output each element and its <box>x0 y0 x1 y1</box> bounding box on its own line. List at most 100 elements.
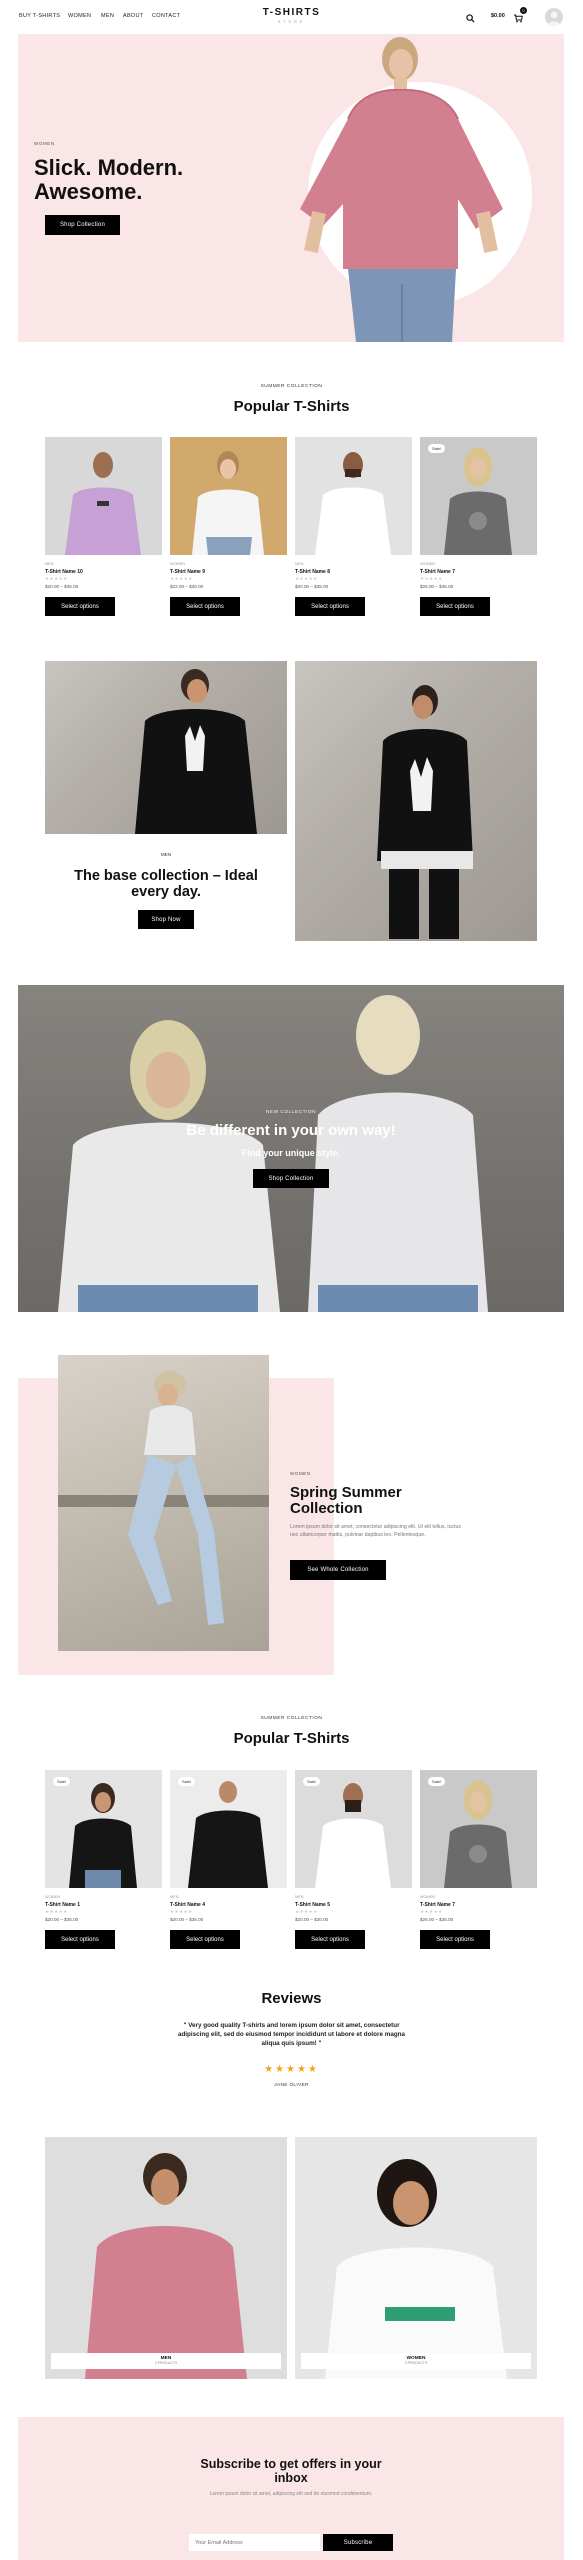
category-tile-men[interactable]: MEN 2 PRODUCTS <box>45 2137 287 2379</box>
product-name[interactable]: T-Shirt Name 7 <box>420 569 455 575</box>
spring-description: Lorem ipsum dolor sit amet, consectetur … <box>290 1524 461 1538</box>
product-category: MEN <box>295 1895 304 1899</box>
product-rating-stars: ★★★★★ <box>295 576 318 581</box>
reviews-title: Reviews <box>261 1990 322 2007</box>
product-image[interactable] <box>170 437 287 555</box>
product-name[interactable]: T-Shirt Name 9 <box>170 569 205 575</box>
cart-total[interactable]: $0.00 <box>491 13 505 19</box>
product-rating-stars: ★★★★★ <box>420 1909 443 1914</box>
product-rating-stars: ★★★★★ <box>45 1909 68 1914</box>
product-image[interactable] <box>45 437 162 555</box>
category-count: 2 PRODUCTS <box>154 2361 178 2365</box>
base-collection-model-image <box>295 661 537 941</box>
product-category: WOMEN <box>420 1895 435 1899</box>
product-image[interactable]: Sale! <box>295 1770 412 1888</box>
product-price: $26.00 – $35.00 <box>420 584 454 589</box>
review-author: JANE OLIVER <box>274 2083 309 2088</box>
select-options-button[interactable]: Select options <box>295 1930 365 1949</box>
product-image[interactable]: Sale! <box>45 1770 162 1888</box>
base-collection-image <box>45 661 287 834</box>
product-price: $20.00 – $35.00 <box>45 584 79 589</box>
select-options-button[interactable]: Select options <box>420 597 490 616</box>
sale-badge: Sale! <box>428 1777 446 1786</box>
shop-now-button[interactable]: Shop Now <box>138 910 194 929</box>
hero-title-line1: Slick. Modern. <box>34 155 184 180</box>
product-image[interactable]: Sale! <box>420 437 537 555</box>
product-name[interactable]: T-Shirt Name 8 <box>295 569 330 575</box>
site-logo-subtitle: STORE <box>277 20 306 24</box>
popular2-title: Popular T-Shirts <box>233 1730 350 1747</box>
select-options-button[interactable]: Select options <box>420 1930 490 1949</box>
review-rating-stars: ★★★★★ <box>264 2064 319 2075</box>
select-options-button[interactable]: Select options <box>45 597 115 616</box>
product-category: MEN <box>170 1895 179 1899</box>
product-price: $20.00 – $35.00 <box>45 1917 79 1922</box>
product-image[interactable]: Sale! <box>170 1770 287 1888</box>
select-options-button[interactable]: Select options <box>45 1930 115 1949</box>
product-name[interactable]: T-Shirt Name 5 <box>295 1902 330 1908</box>
subscribe-button[interactable]: Subscribe <box>323 2534 393 2551</box>
email-input[interactable] <box>189 2534 320 2551</box>
popular1-eyebrow: SUMMER COLLECTION <box>260 384 323 389</box>
category-count: 3 PRODUCTS <box>404 2361 428 2365</box>
subscribe-description: Lorem ipsum dolor sit amet, adipiscing e… <box>209 2491 373 2497</box>
product-price: $20.00 – $35.00 <box>295 584 329 589</box>
sale-badge: Sale! <box>303 1777 321 1786</box>
product-price: $20.00 – $30.00 <box>295 1917 329 1922</box>
banner-eyebrow: NEW COLLECTION <box>265 1110 317 1115</box>
cart-icon[interactable]: 0 <box>513 7 527 24</box>
product-category: WOMEN <box>45 1895 60 1899</box>
site-header: BUY T-SHIRTS WOMEN MEN ABOUT CONTACT T-S… <box>0 0 583 34</box>
product-category: MEN <box>295 562 304 566</box>
spring-title-line1: Spring Summer <box>290 1484 402 1501</box>
product-name[interactable]: T-Shirt Name 4 <box>170 1902 205 1908</box>
product-rating-stars: ★★★★★ <box>420 576 443 581</box>
user-avatar-icon[interactable] <box>545 8 563 26</box>
product-price: $20.00 – $35.00 <box>170 1917 204 1922</box>
product-rating-stars: ★★★★★ <box>170 1909 193 1914</box>
sale-badge: Sale! <box>428 444 446 453</box>
popular1-title: Popular T-Shirts <box>233 398 350 415</box>
banner-shop-collection-button[interactable]: Shop Collection <box>253 1169 329 1188</box>
subscribe-title-line2: inbox <box>274 2471 308 2485</box>
product-name[interactable]: T-Shirt Name 7 <box>420 1902 455 1908</box>
search-icon[interactable] <box>466 10 475 24</box>
product-price: $22.00 – $30.00 <box>170 584 204 589</box>
hero-shop-collection-button[interactable]: Shop Collection <box>45 215 120 235</box>
new-collection-banner: NEW COLLECTION Be different in your own … <box>18 985 564 1312</box>
spring-eyebrow: WOMEN <box>290 1471 311 1476</box>
sale-badge: Sale! <box>53 1777 71 1786</box>
product-name[interactable]: T-Shirt Name 1 <box>45 1902 80 1908</box>
category-caption: MEN 2 PRODUCTS <box>51 2353 281 2369</box>
base-collection-title-line1: The base collection – Ideal <box>74 868 258 884</box>
hero-eyebrow: WOMEN <box>34 141 55 146</box>
sale-badge: Sale! <box>178 1777 196 1786</box>
hero-title-line2: Awesome. <box>34 179 143 204</box>
select-options-button[interactable]: Select options <box>170 597 240 616</box>
popular2-eyebrow: SUMMER COLLECTION <box>260 1716 323 1721</box>
see-whole-collection-button[interactable]: See Whole Collection <box>290 1560 386 1580</box>
product-category: WOMEN <box>420 562 435 566</box>
cart-count-badge: 0 <box>520 7 527 14</box>
subscribe-section: Subscribe to get offers in your inbox Lo… <box>18 2417 564 2560</box>
product-rating-stars: ★★★★★ <box>295 1909 318 1914</box>
product-name[interactable]: T-Shirt Name 10 <box>45 569 83 575</box>
category-tile-women[interactable]: WOMEN 3 PRODUCTS <box>295 2137 537 2379</box>
product-image[interactable]: Sale! <box>420 1770 537 1888</box>
product-price: $26.00 – $35.00 <box>420 1917 454 1922</box>
product-category: WOMEN <box>170 562 185 566</box>
category-caption: WOMEN 3 PRODUCTS <box>301 2353 531 2369</box>
banner-subtitle: Find your unique style. <box>241 1148 341 1158</box>
subscribe-title-line1: Subscribe to get offers in your <box>200 2457 382 2471</box>
base-collection-eyebrow: MEN <box>160 852 172 857</box>
review-quote: " Very good quality T-shirts and lorem i… <box>177 2022 406 2047</box>
spring-title-line2: Collection <box>290 1500 363 1517</box>
product-rating-stars: ★★★★★ <box>45 576 68 581</box>
select-options-button[interactable]: Select options <box>170 1930 240 1949</box>
hero-section: WOMEN Slick. Modern. Awesome. Shop Colle… <box>18 34 564 342</box>
product-image[interactable] <box>295 437 412 555</box>
base-collection-title-line2: every day. <box>131 884 201 900</box>
spring-collection-image <box>58 1355 269 1651</box>
banner-title: Be different in your own way! <box>186 1122 396 1139</box>
select-options-button[interactable]: Select options <box>295 597 365 616</box>
